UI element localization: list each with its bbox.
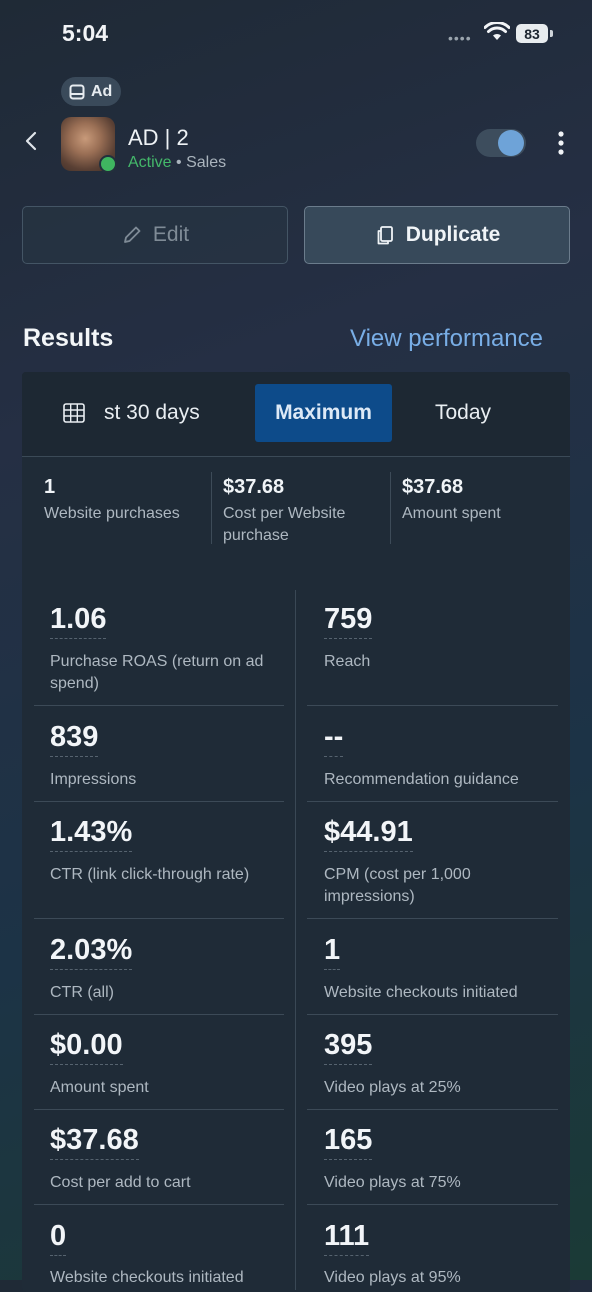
metric-label: Website checkouts initiated bbox=[324, 984, 518, 1001]
ad-badge: Ad bbox=[61, 77, 122, 106]
tab-today[interactable]: Today bbox=[408, 384, 518, 442]
row-divider bbox=[34, 801, 284, 802]
row-divider bbox=[307, 705, 558, 706]
status-time: 5:04 bbox=[62, 20, 109, 46]
metric-value-text: 395 bbox=[324, 1029, 373, 1065]
ad-objective: Sales bbox=[186, 154, 227, 171]
row-divider bbox=[307, 1014, 558, 1015]
metric-label: Video plays at 25% bbox=[324, 1079, 461, 1096]
metric-value: 1.43% bbox=[50, 816, 133, 852]
ad-toggle-knob[interactable] bbox=[498, 130, 524, 156]
row-divider bbox=[34, 918, 284, 919]
ad-status: Active bbox=[128, 154, 172, 171]
summary-label: Amount spent bbox=[402, 505, 501, 522]
signal-dots-icon: •••• bbox=[448, 30, 472, 46]
metric-value: -- bbox=[324, 721, 344, 757]
tab-maximum[interactable]: Maximum bbox=[255, 384, 392, 442]
summary-value: $37.68 bbox=[402, 476, 464, 498]
summary-label: Cost per Website purchase bbox=[223, 505, 346, 544]
metric-label: CPM (cost per 1,000 impressions) bbox=[324, 866, 471, 905]
metric-value: 111 bbox=[324, 1220, 370, 1256]
calendar-grid-icon[interactable] bbox=[62, 402, 86, 424]
metric-label: Amount spent bbox=[50, 1079, 149, 1096]
ad-subtitle: Active • Sales bbox=[128, 154, 226, 172]
separator: • bbox=[176, 154, 182, 171]
ad-title: AD | 2 bbox=[128, 125, 189, 150]
row-divider bbox=[307, 1109, 558, 1110]
row-divider bbox=[307, 918, 558, 919]
duplicate-label: Duplicate bbox=[405, 223, 501, 246]
metric-value-text: 839 bbox=[50, 721, 99, 757]
metric-label: Cost per add to cart bbox=[50, 1174, 191, 1191]
metric-label: Purchase ROAS (return on ad spend) bbox=[50, 653, 264, 692]
pencil-icon bbox=[124, 226, 141, 243]
summary-divider bbox=[390, 472, 391, 544]
metric-label: Recommendation guidance bbox=[324, 771, 519, 788]
metric-label: Website checkouts initiated bbox=[50, 1269, 244, 1286]
metric-value-text: 0 bbox=[50, 1220, 67, 1256]
metric-value: 1 bbox=[324, 934, 341, 970]
metric-value-text: 1.06 bbox=[50, 603, 107, 639]
metric-label: CTR (link click-through rate) bbox=[50, 866, 250, 883]
back-chevron-icon[interactable] bbox=[20, 128, 46, 154]
ad-icon bbox=[69, 84, 85, 99]
metric-label: CTR (all) bbox=[50, 984, 114, 1001]
row-divider bbox=[34, 1014, 284, 1015]
metric-value: 395 bbox=[324, 1029, 373, 1065]
results-heading: Results bbox=[23, 324, 114, 352]
ad-badge-label: Ad bbox=[91, 82, 113, 100]
metric-value-text: 111 bbox=[324, 1220, 370, 1256]
edit-button[interactable]: Edit bbox=[22, 206, 288, 264]
summary-divider bbox=[211, 472, 212, 544]
tab-last-30-days[interactable]: st 30 days bbox=[104, 384, 234, 442]
metric-value-text: 2.03% bbox=[50, 934, 133, 970]
metric-value-text: 1 bbox=[324, 934, 341, 970]
metric-value: $0.00 bbox=[50, 1029, 123, 1065]
metric-value-text: $44.91 bbox=[324, 816, 413, 852]
metric-value: 1.06 bbox=[50, 603, 107, 639]
metric-value-text: 1.43% bbox=[50, 816, 133, 852]
metric-value-text: 165 bbox=[324, 1124, 373, 1160]
metric-value-text: -- bbox=[324, 721, 344, 757]
more-options-icon[interactable] bbox=[552, 130, 570, 156]
metric-value: 165 bbox=[324, 1124, 373, 1160]
metric-value-text: $37.68 bbox=[50, 1124, 139, 1160]
battery-tip bbox=[550, 30, 553, 37]
metrics-column-divider bbox=[295, 590, 296, 1290]
metric-value: 759 bbox=[324, 603, 373, 639]
row-divider bbox=[34, 1109, 284, 1110]
metric-label: Impressions bbox=[50, 771, 137, 788]
row-divider bbox=[34, 1204, 284, 1205]
row-divider bbox=[34, 705, 284, 706]
metric-value: $37.68 bbox=[50, 1124, 139, 1160]
metric-value: 839 bbox=[50, 721, 99, 757]
battery-icon: 83 bbox=[516, 24, 548, 43]
metric-value: 0 bbox=[50, 1220, 67, 1256]
edit-label: Edit bbox=[152, 223, 190, 246]
summary-label: Website purchases bbox=[44, 505, 180, 522]
metric-label: Reach bbox=[324, 653, 371, 670]
view-performance-link[interactable]: View performance bbox=[350, 325, 543, 353]
metric-label: Video plays at 95% bbox=[324, 1269, 461, 1286]
row-divider bbox=[307, 801, 558, 802]
summary-value: 1 bbox=[44, 476, 56, 498]
metric-value-text: $0.00 bbox=[50, 1029, 123, 1065]
metric-value-text: 759 bbox=[324, 603, 373, 639]
active-status-dot bbox=[99, 155, 117, 173]
summary-value: $37.68 bbox=[223, 476, 285, 498]
duplicate-button[interactable]: Duplicate bbox=[304, 206, 570, 264]
metric-value: $44.91 bbox=[324, 816, 413, 852]
row-divider bbox=[307, 1204, 558, 1205]
duplicate-icon bbox=[377, 226, 393, 245]
metric-label: Video plays at 75% bbox=[324, 1174, 461, 1191]
metric-value: 2.03% bbox=[50, 934, 133, 970]
wifi-icon bbox=[484, 22, 510, 40]
